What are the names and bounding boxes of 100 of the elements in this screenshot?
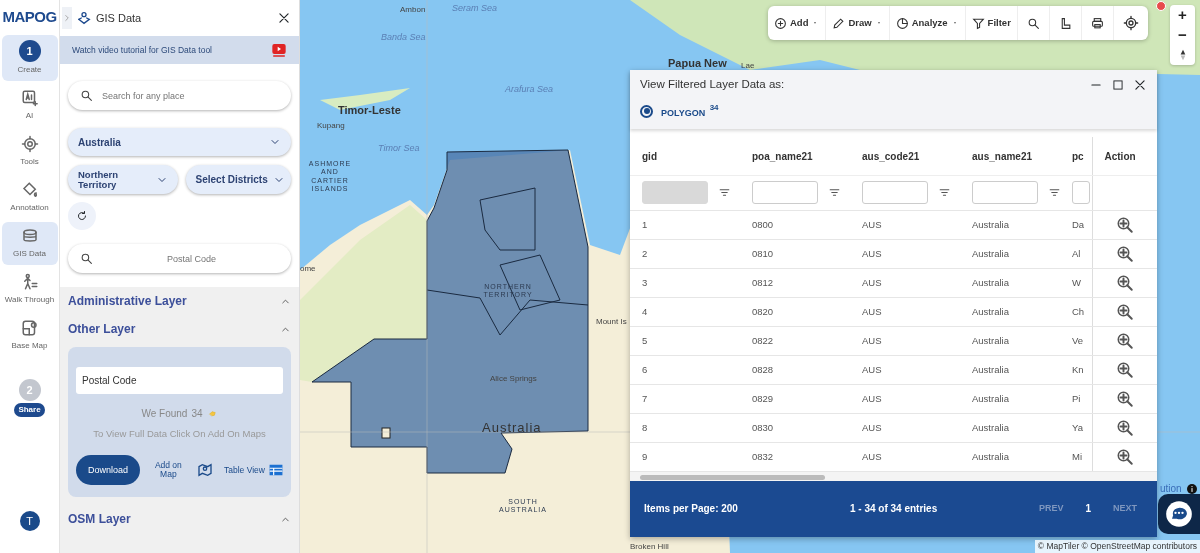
- table-cell: AUS: [850, 384, 960, 414]
- zoom-in-icon[interactable]: [1115, 302, 1134, 321]
- gis-data-icon: [76, 10, 92, 26]
- radio-button[interactable]: [640, 104, 653, 118]
- close-icon[interactable]: [1133, 77, 1147, 92]
- table-cell: AUS: [850, 355, 960, 385]
- search-icon[interactable]: [1026, 16, 1040, 30]
- table-cell: 7: [630, 384, 740, 414]
- chat-bubble-icon: [1165, 500, 1193, 528]
- step-label: Share: [14, 403, 45, 417]
- rail-item[interactable]: Annotation: [1, 176, 58, 219]
- table-cell: Australia: [960, 326, 1070, 356]
- map-label: Lae: [741, 60, 755, 72]
- zoom-button[interactable]: +: [1178, 5, 1187, 25]
- table-cell: 8: [630, 413, 740, 443]
- filter-button[interactable]: Filter: [965, 6, 1018, 40]
- table-cell: AUS: [850, 326, 960, 356]
- toolbar-menu-button[interactable]: Draw: [826, 6, 890, 40]
- download-button[interactable]: Download: [76, 455, 141, 486]
- step-item[interactable]: 2 Share: [1, 374, 58, 422]
- close-icon[interactable]: [277, 11, 291, 25]
- table-cell: Al: [1070, 239, 1092, 269]
- filter-field[interactable]: [972, 181, 1038, 205]
- zoom-in-icon[interactable]: [1115, 418, 1134, 437]
- map-label: ome: [300, 263, 316, 275]
- table-cell: AUS: [850, 210, 960, 240]
- section-title[interactable]: Administrative Layer: [68, 292, 187, 310]
- table-cell: Australia: [960, 413, 1070, 443]
- add-on-map-link[interactable]: Add on Map: [151, 460, 186, 480]
- panel-title: View Filtered Layer Data as:: [640, 77, 785, 92]
- map-label: Alice Springs: [490, 373, 537, 385]
- items-per-page: Items per Page: 200: [644, 502, 738, 517]
- section-title[interactable]: Other Layer: [68, 320, 136, 338]
- table-cell: 0832: [740, 442, 850, 472]
- table-cell: Australia: [960, 210, 1070, 240]
- table-cell: 1: [630, 210, 740, 240]
- country-dropdown[interactable]: Australia: [68, 128, 291, 156]
- district-dropdown[interactable]: Select Districts: [185, 165, 291, 194]
- table-cell: AUS: [850, 268, 960, 298]
- filter-field[interactable]: [752, 181, 818, 205]
- layer-input[interactable]: Postal Code: [76, 367, 283, 394]
- table-view-button[interactable]: Table View: [224, 463, 283, 478]
- state-dropdown[interactable]: Northern Territory: [68, 165, 178, 194]
- step-item[interactable]: 1 Create: [1, 35, 58, 81]
- target-icon[interactable]: [1122, 15, 1139, 31]
- search-field[interactable]: Postal Code: [68, 244, 291, 273]
- info-icon[interactable]: [1185, 482, 1198, 495]
- logo[interactable]: MAPOG: [2, 0, 57, 35]
- column-header: poa_name21: [740, 137, 850, 176]
- panel-title: GIS Data: [96, 10, 142, 26]
- notification-dot: [1156, 1, 1166, 11]
- page-number[interactable]: 1: [1085, 501, 1091, 517]
- column-header: aus_name21: [960, 137, 1070, 176]
- zoom-in-icon[interactable]: [1115, 244, 1134, 263]
- zoom-in-icon[interactable]: [1115, 331, 1134, 350]
- video-play-icon[interactable]: [271, 42, 287, 58]
- zoom-in-icon[interactable]: [1115, 215, 1134, 234]
- geometry-option[interactable]: POLYGON $^{34}$: [640, 99, 1147, 124]
- rail-label: Tools: [20, 156, 39, 168]
- entries-range: 1 - 34 of 34 entries: [849, 502, 938, 517]
- table-cell: AUS: [850, 442, 960, 472]
- table-cell: 6: [630, 355, 740, 385]
- refresh-icon[interactable]: [76, 210, 88, 222]
- rail-label: Annotation: [10, 202, 49, 214]
- table-cell: AUS: [850, 239, 960, 269]
- rail-label: Walk Through: [4, 294, 55, 306]
- map-pin-icon[interactable]: [196, 462, 213, 479]
- toolbar-menu-button[interactable]: Add: [768, 6, 827, 40]
- table-cell: 0810: [740, 239, 850, 269]
- rail-item[interactable]: Tools: [1, 130, 58, 173]
- print-icon[interactable]: [1090, 16, 1104, 30]
- found-count: 34: [191, 407, 203, 421]
- rail-item[interactable]: AI: [1, 84, 58, 127]
- zoom-in-icon[interactable]: [1115, 389, 1134, 408]
- filter-icon: [971, 16, 985, 30]
- search-icon: [80, 89, 93, 102]
- search-icon: [80, 252, 93, 265]
- chat-button[interactable]: [1158, 494, 1200, 534]
- user-avatar[interactable]: T: [19, 511, 40, 531]
- table-cell: 4: [630, 297, 740, 327]
- column-header: aus_code21: [850, 137, 960, 176]
- table-cell: Ch: [1070, 297, 1092, 327]
- filter-field[interactable]: [862, 181, 928, 205]
- zoom-in-icon[interactable]: [1115, 360, 1134, 379]
- zoom-in-icon[interactable]: [1115, 273, 1134, 292]
- rail-item[interactable]: GIS Data: [1, 222, 58, 265]
- zoom-button[interactable]: −: [1178, 25, 1187, 45]
- section-title[interactable]: OSM Layer: [68, 510, 131, 529]
- maximize-icon[interactable]: [1111, 77, 1125, 92]
- table-cell: W: [1070, 268, 1092, 298]
- filter-field[interactable]: [1072, 181, 1090, 205]
- toolbar-menu-button[interactable]: Analyze: [889, 6, 966, 40]
- table-cell: 0822: [740, 326, 850, 356]
- table-cell: 0829: [740, 384, 850, 414]
- zoom-in-icon[interactable]: [1115, 447, 1134, 466]
- search-field[interactable]: Search for any place: [68, 81, 291, 110]
- rail-item[interactable]: Base Map: [1, 314, 58, 357]
- table-cell: Ve: [1070, 326, 1092, 356]
- rail-item[interactable]: Walk Through: [1, 268, 58, 311]
- table-cell: Australia: [960, 384, 1070, 414]
